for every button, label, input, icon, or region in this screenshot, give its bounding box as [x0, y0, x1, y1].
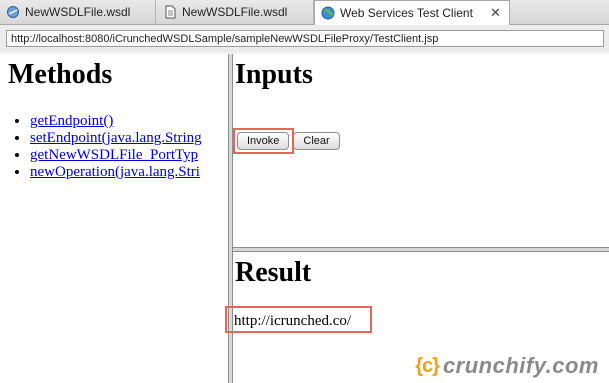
tab-bar: NewWSDLFile.wsdl NewWSDLFile.wsdl Web Se… [0, 0, 609, 25]
result-heading: Result [235, 257, 312, 288]
tab-wsdl-1[interactable]: NewWSDLFile.wsdl [0, 0, 156, 24]
methods-heading: Methods [8, 59, 113, 90]
invoke-highlight-box [233, 128, 294, 154]
document-icon [163, 5, 177, 19]
tab-test-client[interactable]: Web Services Test Client ✕ [314, 0, 510, 25]
list-item: getEndpoint() [30, 113, 202, 130]
inputs-frame: Inputs Invoke Clear [233, 54, 609, 247]
close-icon[interactable]: ✕ [490, 5, 501, 21]
method-link-new-operation[interactable]: newOperation(java.lang.Stri [30, 164, 200, 180]
url-input[interactable]: http://localhost:8080/iCrunchedWSDLSampl… [6, 30, 604, 47]
frameset: Methods getEndpoint() setEndpoint(java.l… [0, 54, 609, 383]
list-item: newOperation(java.lang.Stri [30, 164, 202, 181]
crunchify-logo-icon: {c} [415, 354, 440, 377]
list-item: getNewWSDLFile_PortTyp [30, 147, 202, 164]
clear-button[interactable]: Clear [293, 132, 340, 150]
crunchify-watermark: {c} crunchify.com [415, 353, 599, 379]
globe-icon [321, 6, 335, 20]
watermark-text: crunchify.com [442, 353, 599, 378]
list-item: setEndpoint(java.lang.String [30, 130, 202, 147]
address-bar-row: http://localhost:8080/iCrunchedWSDLSampl… [0, 25, 609, 53]
tab-label: NewWSDLFile.wsdl [25, 5, 131, 19]
result-highlight-box [225, 306, 372, 333]
method-link-set-endpoint[interactable]: setEndpoint(java.lang.String [30, 130, 202, 146]
tab-wsdl-2[interactable]: NewWSDLFile.wsdl [157, 0, 314, 24]
wsdl-file-icon [6, 5, 20, 19]
tab-label: Web Services Test Client [340, 6, 473, 20]
inputs-heading: Inputs [235, 59, 313, 90]
methods-frame: Methods getEndpoint() setEndpoint(java.l… [0, 54, 228, 383]
method-link-get-endpoint[interactable]: getEndpoint() [30, 113, 113, 129]
method-list: getEndpoint() setEndpoint(java.lang.Stri… [30, 113, 202, 181]
tab-label: NewWSDLFile.wsdl [182, 5, 288, 19]
method-link-get-porttype[interactable]: getNewWSDLFile_PortTyp [30, 147, 198, 163]
